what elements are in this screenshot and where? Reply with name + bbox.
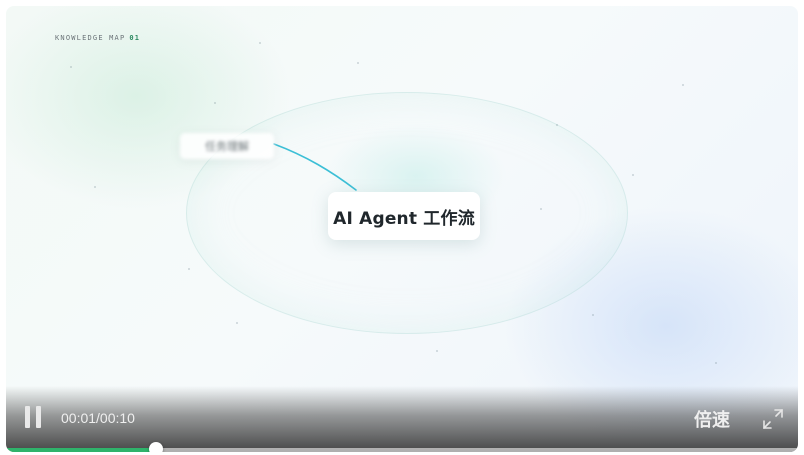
video-player[interactable]: KNOWLEDGE MAP 01 任务理解 AI Agent 工作流 00:01/… bbox=[6, 6, 798, 452]
pause-button[interactable] bbox=[24, 406, 44, 428]
fullscreen-icon bbox=[763, 409, 783, 429]
control-bar: 00:01/00:10 倍速 bbox=[6, 386, 798, 452]
progress-fill bbox=[6, 448, 157, 452]
main-node-title: AI Agent 工作流 bbox=[328, 192, 480, 240]
time-display: 00:01/00:10 bbox=[61, 410, 135, 426]
playback-speed-button[interactable]: 倍速 bbox=[694, 406, 730, 432]
progress-bar[interactable] bbox=[6, 442, 798, 452]
fullscreen-button[interactable] bbox=[762, 408, 784, 430]
side-node-blurred: 任务理解 bbox=[180, 133, 274, 159]
progress-thumb[interactable] bbox=[149, 442, 164, 452]
